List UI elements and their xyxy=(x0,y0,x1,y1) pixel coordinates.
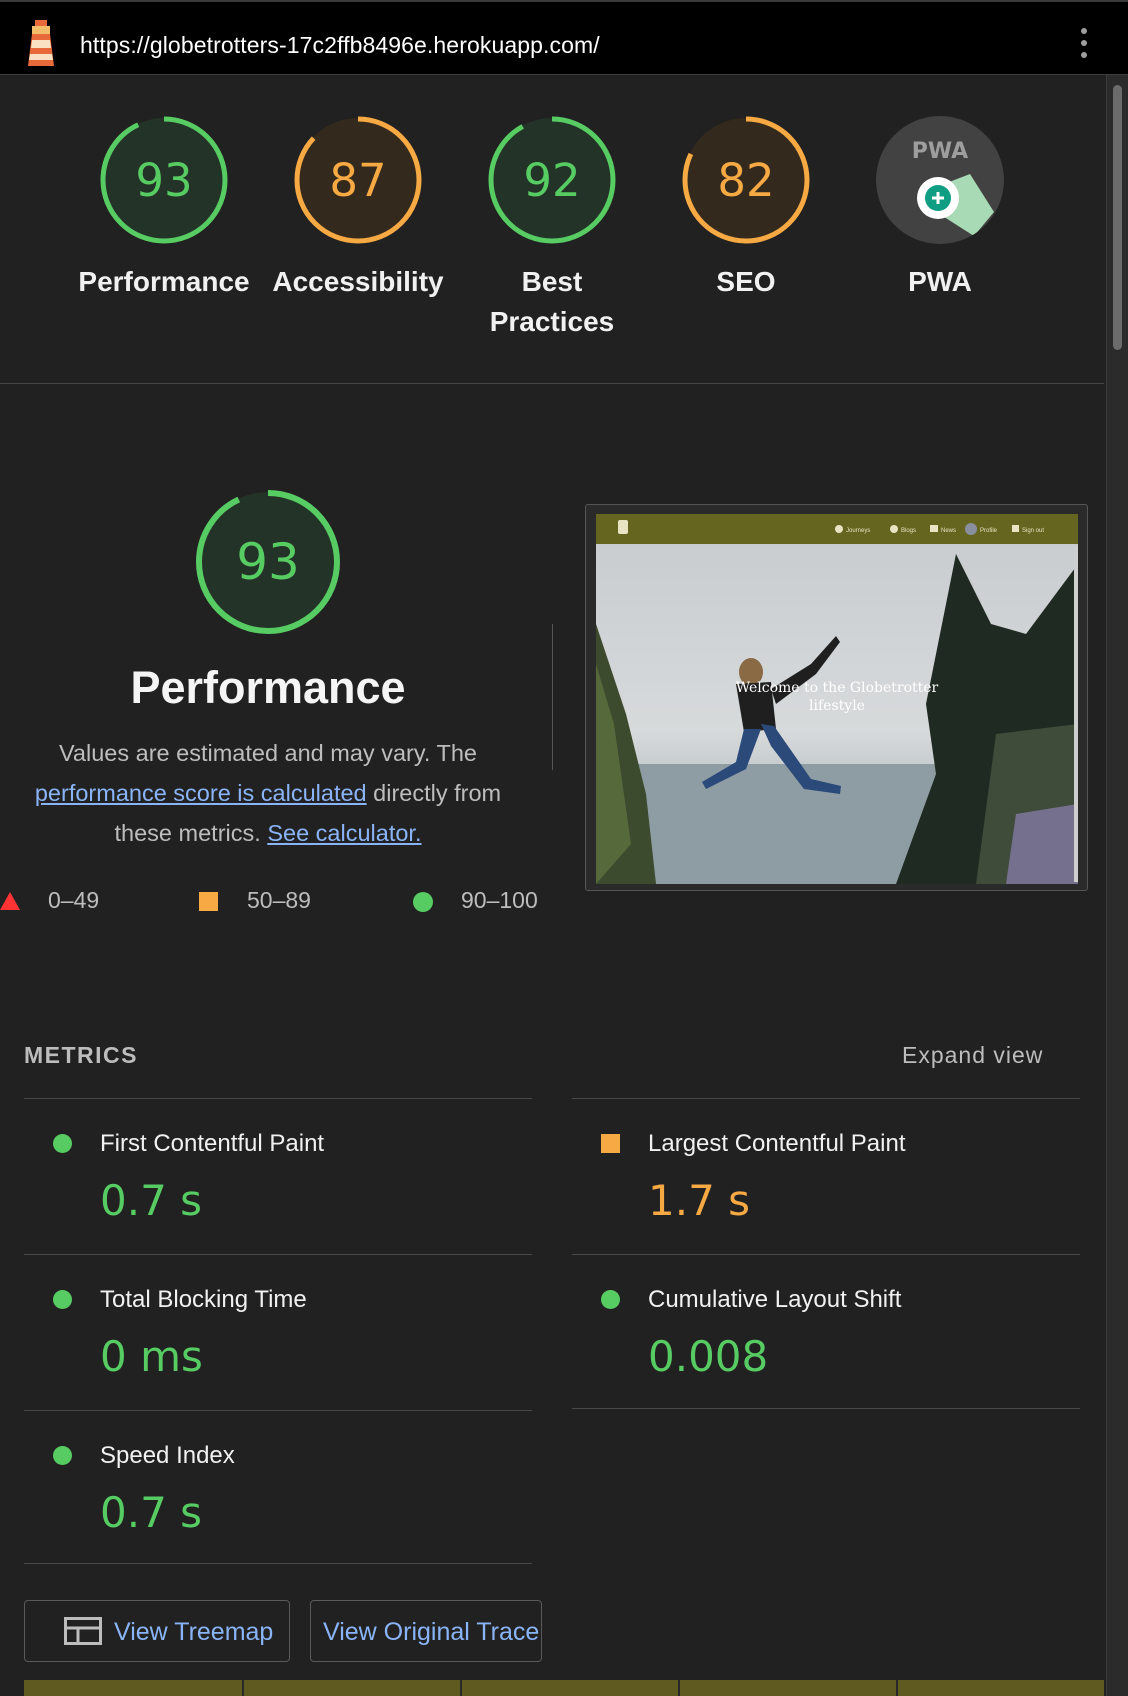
filmstrip xyxy=(24,1680,1104,1696)
pwa-badge-icon: PWA xyxy=(876,116,1004,244)
gauge-pwa[interactable]: PWA PWA xyxy=(843,114,1037,302)
metric-fcp: First Contentful Paint 0.7 s xyxy=(24,1098,532,1254)
orange-square-icon xyxy=(199,892,218,911)
see-calculator-link[interactable]: See calculator. xyxy=(267,820,421,846)
scrollbar[interactable] xyxy=(1106,75,1128,1696)
metric-value: 0.7 s xyxy=(100,1488,203,1537)
score-ring: 82 xyxy=(682,116,810,244)
section-divider xyxy=(0,383,1104,384)
metric-speed-index: Speed Index 0.7 s xyxy=(24,1410,532,1566)
orange-square-icon xyxy=(601,1134,620,1153)
button-label: View Treemap xyxy=(114,1618,274,1646)
green-circle-icon xyxy=(53,1446,72,1465)
metrics-bottom-divider xyxy=(572,1408,1080,1409)
gauge-score: 82 xyxy=(717,154,774,207)
gauge-score: 93 xyxy=(135,154,192,207)
score-calculated-link[interactable]: performance score is calculated xyxy=(35,780,367,806)
metric-title: Largest Contentful Paint xyxy=(648,1130,906,1157)
score-ring: 93 xyxy=(196,490,340,634)
metric-title: Total Blocking Time xyxy=(100,1286,307,1313)
green-circle-icon xyxy=(601,1290,620,1309)
gauge-label: PWA xyxy=(908,266,972,297)
performance-score: 93 xyxy=(236,533,300,591)
svg-text:PWA: PWA xyxy=(912,139,968,164)
gauge-seo[interactable]: 82 SEO xyxy=(649,114,843,302)
scrollbar-thumb[interactable] xyxy=(1113,85,1122,350)
green-circle-icon xyxy=(53,1290,72,1309)
metric-value: 0 ms xyxy=(100,1332,203,1381)
svg-text:Sign out: Sign out xyxy=(1022,528,1044,534)
gauge-label: Best Practices xyxy=(489,266,615,337)
metrics-header: METRICS xyxy=(24,1042,138,1068)
address-bar: https://globetrotters-17c2ffb8496e.herok… xyxy=(0,0,1128,75)
metric-lcp: Largest Contentful Paint 1.7 s xyxy=(572,1098,1080,1254)
svg-text:Profile: Profile xyxy=(980,528,998,534)
svg-text:News: News xyxy=(941,528,956,534)
performance-description: Values are estimated and may vary. The p… xyxy=(34,740,502,846)
final-screenshot[interactable]: Welcome to the Globetrotter lifestyle Jo… xyxy=(585,504,1088,891)
metric-title: First Contentful Paint xyxy=(100,1130,325,1157)
url-text[interactable]: https://globetrotters-17c2ffb8496e.herok… xyxy=(80,32,600,59)
red-triangle-icon xyxy=(0,892,20,910)
gauge-score: 92 xyxy=(523,154,580,207)
gauge-performance[interactable]: 93 Performance xyxy=(67,114,261,302)
page-preview: Welcome to the Globetrotter lifestyle Jo… xyxy=(596,514,1078,884)
metric-value: 0.008 xyxy=(648,1332,769,1381)
expand-view-toggle[interactable]: Expand view xyxy=(902,1042,1043,1069)
gauge-label: Performance xyxy=(78,266,250,297)
view-treemap-button[interactable]: View Treemap xyxy=(24,1600,290,1662)
lighthouse-icon xyxy=(28,20,54,66)
button-label: View Original Trace xyxy=(323,1618,540,1646)
metric-value: 1.7 s xyxy=(648,1176,751,1225)
treemap-icon xyxy=(64,1617,102,1645)
gauge-label: SEO xyxy=(716,266,776,297)
view-original-trace-button[interactable]: View Original Trace xyxy=(310,1600,542,1662)
gauge-best-practices[interactable]: 92 Best Practices xyxy=(455,114,649,342)
metrics-bottom-divider xyxy=(24,1563,532,1564)
green-circle-icon xyxy=(53,1134,72,1153)
score-ring: 93 xyxy=(100,116,228,244)
gauge-score: 87 xyxy=(329,154,386,207)
metric-tbt: Total Blocking Time 0 ms xyxy=(24,1254,532,1410)
performance-title: Performance xyxy=(130,662,406,713)
score-ring: 92 xyxy=(488,116,616,244)
svg-text:Journeys: Journeys xyxy=(846,528,870,534)
green-circle-icon xyxy=(413,892,433,912)
metric-cls: Cumulative Layout Shift 0.008 xyxy=(572,1254,1080,1410)
metric-title: Speed Index xyxy=(100,1442,235,1469)
gauge-accessibility[interactable]: 87 Accessibility xyxy=(261,114,455,302)
gauge-label: Accessibility xyxy=(272,266,444,297)
score-ring: 87 xyxy=(294,116,422,244)
svg-text:lifestyle: lifestyle xyxy=(809,698,865,714)
svg-text:Welcome to the Globetrotter: Welcome to the Globetrotter xyxy=(736,680,939,696)
vertical-divider xyxy=(552,624,553,770)
svg-text:Blogs: Blogs xyxy=(901,528,916,534)
performance-gauge: 93 xyxy=(193,487,343,642)
metric-value: 0.7 s xyxy=(100,1176,203,1225)
metric-title: Cumulative Layout Shift xyxy=(648,1286,902,1313)
more-vert-icon[interactable] xyxy=(1074,28,1094,64)
